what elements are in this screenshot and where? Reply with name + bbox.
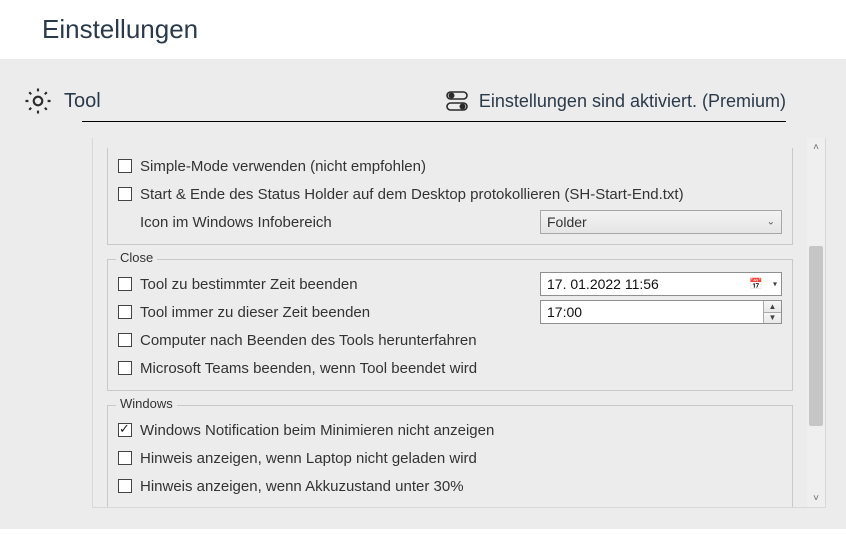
always-end-time-input[interactable]: 17:00 ▲ ▼ [540,300,782,324]
select-value: Folder [547,214,587,230]
vertical-scrollbar[interactable]: ˄ ˅ [807,138,825,507]
chevron-down-icon: ⌄ [767,217,775,228]
opt-log-start-end[interactable]: Start & Ende des Status Holder auf dem D… [118,180,782,208]
option-label: Simple-Mode verwenden (nicht empfohlen) [140,158,426,175]
scrollbar-thumb[interactable] [809,246,823,426]
group-close: Close Tool zu bestimmter Zeit beenden 17… [107,259,793,391]
opt-laptop-not-charging[interactable]: Hinweis anzeigen, wenn Laptop nicht gela… [118,444,782,472]
option-label: Microsoft Teams beenden, wenn Tool beend… [140,360,477,377]
option-label: Hinweis anzeigen, wenn Akkuzustand unter… [140,478,464,495]
gear-icon [22,85,54,117]
opt-simple-mode[interactable]: Simple-Mode verwenden (nicht empfohlen) [118,152,782,180]
opt-quit-teams[interactable]: Microsoft Teams beenden, wenn Tool beend… [118,354,782,382]
toggle-icon [445,90,469,112]
header-divider [82,121,786,122]
chevron-down-icon: ▾ [773,280,777,289]
checkbox[interactable] [118,277,132,291]
spinner-down-icon[interactable]: ▼ [764,313,781,324]
group-legend: Close [116,250,157,265]
checkbox[interactable] [118,333,132,347]
spinner[interactable]: ▲ ▼ [763,301,781,323]
settings-panel: Simple-Mode verwenden (nicht empfohlen) … [92,138,826,508]
option-label: Tool immer zu dieser Zeit beenden [140,304,370,321]
spinner-up-icon[interactable]: ▲ [764,301,781,313]
opt-end-at-time[interactable]: Tool zu bestimmter Zeit beenden 17. 01.2… [118,270,782,298]
checkbox[interactable] [118,187,132,201]
checkbox[interactable] [118,305,132,319]
checkbox[interactable] [118,479,132,493]
checkbox[interactable] [118,361,132,375]
opt-tray-icon: Icon im Windows Infobereich Folder ⌄ [118,208,782,236]
option-label: Tool zu bestimmter Zeit beenden [140,276,358,293]
group-windows: Windows Windows Notification beim Minimi… [107,405,793,507]
checkbox[interactable] [118,423,132,437]
datetime-value: 17. 01.2022 11:56 [547,276,659,292]
section-name: Tool [64,90,101,113]
checkbox[interactable] [118,159,132,173]
group-general: Simple-Mode verwenden (nicht empfohlen) … [107,148,793,245]
opt-always-end-at[interactable]: Tool immer zu dieser Zeit beenden 17:00 … [118,298,782,326]
checkbox[interactable] [118,451,132,465]
status-text: Einstellungen sind aktiviert. (Premium) [479,91,786,112]
page-title: Einstellungen [0,0,846,59]
opt-shutdown-after[interactable]: Computer nach Beenden des Tools herunter… [118,326,782,354]
group-legend: Windows [116,396,177,411]
option-label: Windows Notification beim Minimieren nic… [140,422,494,439]
opt-no-min-notif[interactable]: Windows Notification beim Minimieren nic… [118,416,782,444]
scroll-up-icon[interactable]: ˄ [807,138,825,156]
option-label: Hinweis anzeigen, wenn Laptop nicht gela… [140,450,477,467]
tray-icon-select[interactable]: Folder ⌄ [540,210,782,234]
end-at-datetime-picker[interactable]: 17. 01.2022 11:56 📅 ▾ [540,272,782,296]
settings-body: Tool Einstellungen sind aktiviert. (Prem… [0,59,846,529]
option-label: Icon im Windows Infobereich [140,214,332,231]
settings-scroll-area: Simple-Mode verwenden (nicht empfohlen) … [93,138,807,507]
calendar-icon: 📅 [749,278,763,291]
scrollbar-track[interactable] [809,156,823,489]
opt-battery-below-30[interactable]: Hinweis anzeigen, wenn Akkuzustand unter… [118,472,782,500]
scroll-down-icon[interactable]: ˅ [807,489,825,507]
option-label: Start & Ende des Status Holder auf dem D… [140,186,684,203]
time-value: 17:00 [547,304,582,320]
section-header: Tool Einstellungen sind aktiviert. (Prem… [22,85,846,117]
option-label: Computer nach Beenden des Tools herunter… [140,332,477,349]
